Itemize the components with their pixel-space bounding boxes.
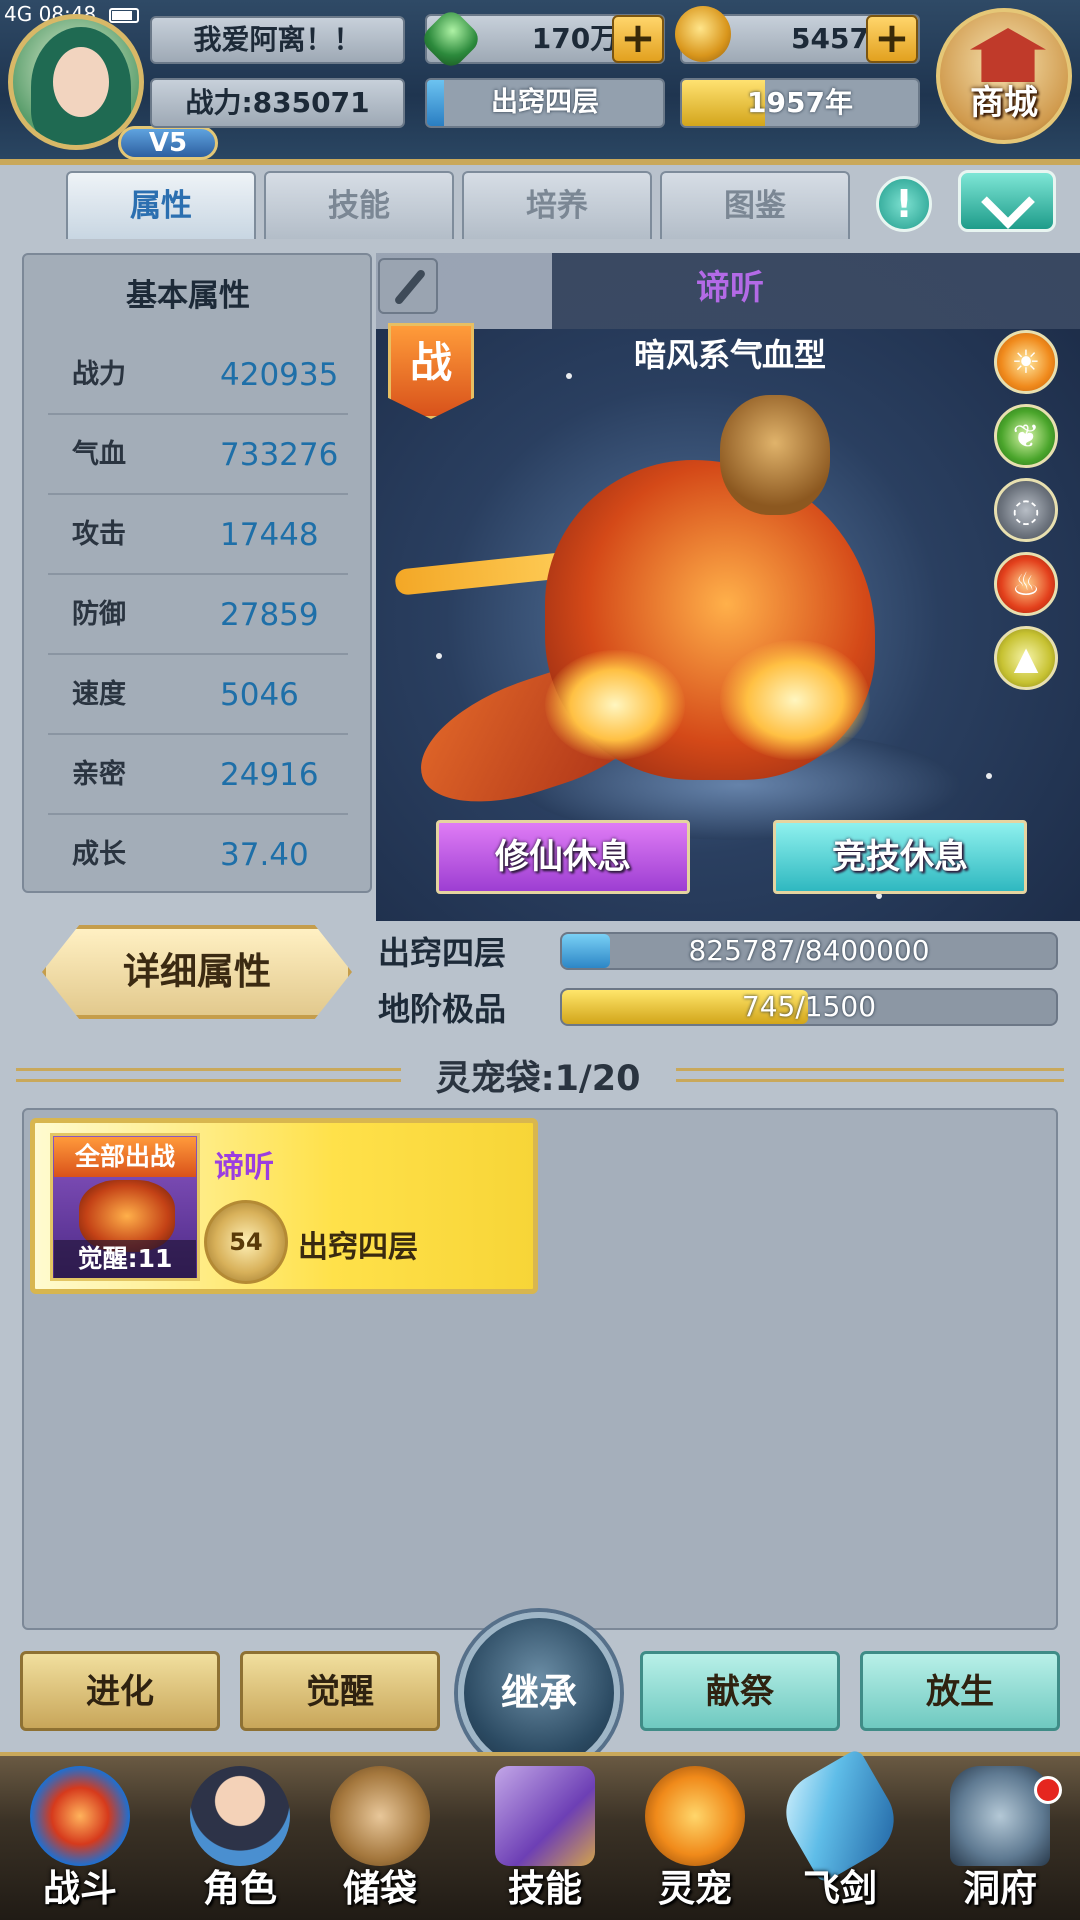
player-power: 战力:835071 xyxy=(150,78,405,128)
stat-row: 速度 5046 xyxy=(48,655,348,735)
stats-panel: 基本属性 战力 420935 气血 733276 攻击 17448 防御 278… xyxy=(22,253,372,893)
tab-cultivate[interactable]: 培养 xyxy=(462,171,652,239)
pagoda-icon xyxy=(970,28,1046,82)
age-label: 1957年 xyxy=(747,86,853,119)
stat-label: 亲密 xyxy=(72,759,126,790)
cultivation-rest-button[interactable]: 修仙休息 xyxy=(436,820,690,894)
stat-value: 24916 xyxy=(220,757,319,793)
nav-bag[interactable]: 储袋 xyxy=(310,1762,450,1912)
skill-scroll-icon xyxy=(495,1766,595,1866)
pet-grade-bar: 745/1500 xyxy=(560,988,1058,1026)
pet-flame xyxy=(720,640,870,760)
stat-value: 17448 xyxy=(220,517,319,553)
stat-value: 37.40 xyxy=(220,837,309,873)
stat-label: 战力 xyxy=(72,359,126,390)
fire-element-icon[interactable]: ♨ xyxy=(994,552,1058,616)
pet-realm-label: 出窍四层 xyxy=(378,934,507,972)
awaken-button[interactable]: 觉醒 xyxy=(240,1651,440,1731)
divider xyxy=(676,1068,1064,1082)
stat-row: 成长 37.40 xyxy=(48,815,348,895)
network-indicator: 4G xyxy=(4,2,33,26)
battery-icon xyxy=(108,8,139,23)
tab-attributes[interactable]: 属性 xyxy=(66,171,256,239)
player-name: 我爱阿离！！ xyxy=(150,16,405,64)
pet-bag-title: 灵宠袋:1/20 xyxy=(435,1059,641,1099)
stat-label: 防御 xyxy=(72,599,126,630)
realm-label: 出窍四层 xyxy=(491,87,599,118)
bag-icon xyxy=(330,1766,430,1866)
pet-head xyxy=(720,395,830,515)
vip-badge[interactable]: V5 xyxy=(118,126,218,160)
battle-icon xyxy=(30,1766,130,1866)
pet-flame xyxy=(545,650,685,760)
inherit-button[interactable]: 继承 xyxy=(458,1612,620,1774)
brush-icon[interactable] xyxy=(378,258,438,314)
pet-grade-label: 地阶极品 xyxy=(378,990,507,1028)
stat-label: 攻击 xyxy=(72,519,126,550)
nav-flying-sword[interactable]: 飞剑 xyxy=(770,1747,910,1912)
add-gold-button[interactable]: + xyxy=(866,15,918,63)
tab-codex[interactable]: 图鉴 xyxy=(660,171,850,239)
stat-value: 27859 xyxy=(220,597,319,633)
stat-row: 攻击 17448 xyxy=(48,495,348,575)
divider xyxy=(16,1068,401,1082)
stat-value: 733276 xyxy=(220,437,339,473)
stat-label: 成长 xyxy=(72,839,126,870)
arena-rest-button[interactable]: 竞技休息 xyxy=(773,820,1027,894)
player-realm-bar: 出窍四层 xyxy=(425,78,665,128)
pet-name: 谛听 xyxy=(696,268,764,308)
water-element-icon[interactable]: ◌ xyxy=(994,478,1058,542)
all-battle-tag: 全部出战 xyxy=(54,1137,196,1177)
nav-skills[interactable]: 技能 xyxy=(475,1762,615,1912)
chevron-down-icon[interactable] xyxy=(958,170,1056,232)
pet-exp-bar: 825787/8400000 xyxy=(560,932,1058,970)
shop-button[interactable]: 商城 xyxy=(936,8,1072,144)
nav-pets[interactable]: 灵宠 xyxy=(625,1762,765,1912)
sun-element-icon[interactable]: ☀ xyxy=(994,330,1058,394)
grade-text: 745/1500 xyxy=(741,990,877,1023)
stat-row: 战力 420935 xyxy=(48,335,348,415)
stat-row: 气血 733276 xyxy=(48,415,348,495)
notification-dot xyxy=(1034,1776,1062,1804)
level-emblem: 54 xyxy=(204,1200,288,1284)
detailed-attributes-button[interactable]: 详细属性 xyxy=(42,925,352,1019)
tab-skills[interactable]: 技能 xyxy=(264,171,454,239)
gold-coin-icon xyxy=(675,6,731,62)
card-pet-name: 谛听 xyxy=(214,1150,274,1185)
exp-text: 825787/8400000 xyxy=(688,934,930,967)
pet-type: 暗风系气血型 xyxy=(633,336,826,374)
release-button[interactable]: 放生 xyxy=(860,1651,1060,1731)
character-icon xyxy=(190,1766,290,1866)
add-gems-button[interactable]: + xyxy=(612,15,664,63)
evolve-button[interactable]: 进化 xyxy=(20,1651,220,1731)
pet-icon xyxy=(645,1766,745,1866)
stats-title: 基本属性 xyxy=(126,278,250,314)
player-age-bar: 1957年 xyxy=(680,78,920,128)
info-icon[interactable]: ! xyxy=(876,176,932,232)
card-pet-realm: 出窍四层 xyxy=(298,1230,418,1265)
stat-value: 5046 xyxy=(220,677,299,713)
nav-character[interactable]: 角色 xyxy=(170,1762,310,1912)
shop-label: 商城 xyxy=(970,83,1038,123)
awaken-count: 觉醒:11 xyxy=(54,1240,196,1278)
gem-amount: 170万 xyxy=(531,22,619,55)
cave-mansion-icon xyxy=(950,1766,1050,1866)
stat-row: 亲密 24916 xyxy=(48,735,348,815)
nav-battle[interactable]: 战斗 xyxy=(10,1762,150,1912)
sacrifice-button[interactable]: 献祭 xyxy=(640,1651,840,1731)
leaf-element-icon[interactable]: ❦ xyxy=(994,404,1058,468)
stat-label: 速度 xyxy=(72,679,126,710)
gold-amount: 5457 xyxy=(791,22,869,55)
stat-value: 420935 xyxy=(220,357,339,393)
stat-row: 防御 27859 xyxy=(48,575,348,655)
earth-element-icon[interactable]: ▲ xyxy=(994,626,1058,690)
stat-label: 气血 xyxy=(72,439,126,470)
